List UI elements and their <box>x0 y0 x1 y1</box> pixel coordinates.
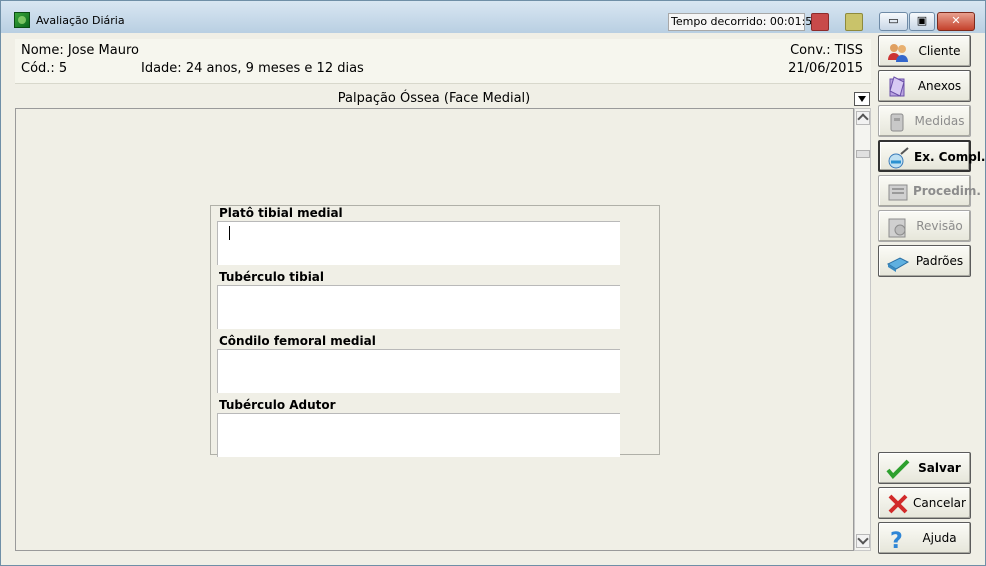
cancelar-label: Cancelar <box>913 496 966 510</box>
review-icon <box>888 218 906 238</box>
app-window: Avaliação Diária Tempo decorrido: 00:01:… <box>0 0 986 566</box>
anexos-button[interactable]: Anexos <box>878 70 971 102</box>
attachment-icon <box>889 76 905 97</box>
cancel-icon <box>888 494 908 514</box>
medidas-button[interactable]: Medidas <box>878 105 971 137</box>
patient-header: Nome: Jose Mauro Cód.: 5 Idade: 24 anos,… <box>15 39 871 84</box>
field-label: Tubérculo Adutor <box>219 398 336 412</box>
ex-compl-button[interactable]: Ex. Compl. <box>878 140 986 172</box>
scroll-up-button[interactable] <box>856 111 870 125</box>
plato-tibial-medial-input[interactable] <box>217 221 620 265</box>
salvar-button[interactable]: Salvar <box>878 452 971 484</box>
red-status-button[interactable] <box>811 13 829 31</box>
tuberculo-tibial-input[interactable] <box>217 285 620 329</box>
scroll-thumb[interactable] <box>856 150 870 158</box>
medidas-label: Medidas <box>914 114 965 128</box>
section-title: Palpação Óssea (Face Medial) <box>337 91 531 106</box>
condilo-femoral-medial-input[interactable] <box>217 349 620 393</box>
scroll-down-button[interactable] <box>856 534 870 548</box>
field-label: Tubérculo tibial <box>219 270 325 284</box>
svg-text:?: ? <box>890 529 903 551</box>
yellow-status-button[interactable] <box>845 13 863 31</box>
tuberculo-adutor-input[interactable] <box>217 413 620 457</box>
patient-age: Idade: 24 anos, 9 meses e 12 dias <box>141 61 364 76</box>
patient-name: Nome: Jose Mauro <box>21 43 139 58</box>
flask-icon <box>888 147 909 169</box>
text-caret <box>229 226 230 240</box>
help-icon: ? <box>890 529 903 551</box>
palpation-form: Platô tibial medial Tubérculo tibial Côn… <box>210 205 660 457</box>
window-title: Avaliação Diária <box>36 14 125 27</box>
patient-code: Cód.: 5 <box>21 61 68 76</box>
checkmark-icon <box>886 459 910 479</box>
minimize-button[interactable]: ▭ <box>879 12 908 31</box>
anexos-label: Anexos <box>917 79 962 93</box>
title-bar[interactable]: Avaliação Diária Tempo decorrido: 00:01:… <box>1 1 985 33</box>
section-dropdown-icon[interactable] <box>854 92 870 106</box>
measures-icon <box>890 113 904 132</box>
app-logo-icon <box>14 12 30 28</box>
procedures-icon <box>888 184 908 201</box>
close-button[interactable]: ✕ <box>937 12 975 31</box>
field-label: Platô tibial medial <box>219 206 343 220</box>
book-icon <box>886 257 910 272</box>
cliente-button[interactable]: Cliente <box>878 35 971 67</box>
evaluation-date: 21/06/2015 <box>788 61 863 76</box>
vertical-scrollbar[interactable] <box>854 108 871 551</box>
ex-compl-label: Ex. Compl. <box>914 150 986 164</box>
window-controls: ▭ ▣ ✕ <box>879 12 975 31</box>
cliente-label: Cliente <box>918 44 961 58</box>
ajuda-label: Ajuda <box>922 531 957 545</box>
ajuda-button[interactable]: ? Ajuda <box>878 522 971 554</box>
elapsed-time: Tempo decorrido: 00:01:54 <box>668 13 819 31</box>
revisao-button[interactable]: Revisão <box>878 210 971 242</box>
cancelar-button[interactable]: Cancelar <box>878 487 971 519</box>
salvar-label: Salvar <box>918 461 961 475</box>
maximize-button[interactable]: ▣ <box>909 12 935 31</box>
field-label: Côndilo femoral medial <box>219 334 376 348</box>
revisao-label: Revisão <box>916 219 963 233</box>
padroes-label: Padrões <box>915 254 964 268</box>
procedim-button[interactable]: Procedim. <box>878 175 981 207</box>
users-icon <box>888 44 908 62</box>
procedim-label: Procedim. <box>913 184 981 198</box>
padroes-button[interactable]: Padrões <box>878 245 971 277</box>
insurance: Conv.: TISS <box>790 43 863 58</box>
